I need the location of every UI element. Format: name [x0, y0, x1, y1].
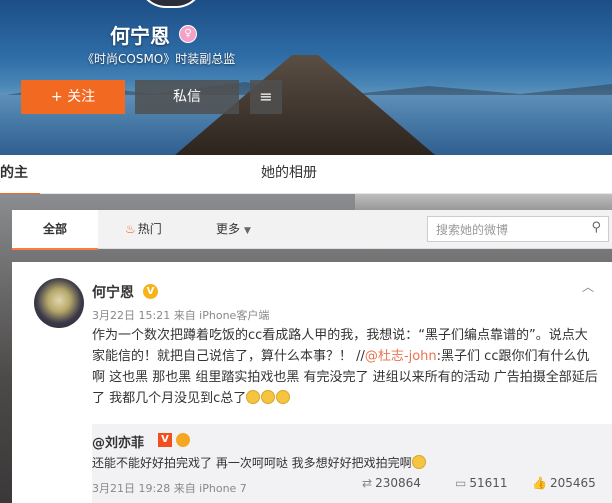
profile-cover: 何宁恩 ♀ 《时尚COSMO》时装副总监 + 关注 私信 ≡: [0, 0, 612, 155]
profile-tabbar: 的主页 她的相册: [0, 155, 612, 217]
message-button[interactable]: 私信: [135, 80, 239, 114]
repost-count[interactable]: ⇄ 230864: [362, 476, 421, 490]
emoji-icon: [411, 455, 426, 469]
like-icon: 👍: [532, 476, 547, 490]
profile-avatar[interactable]: [138, 0, 204, 8]
verify-icon: ♀: [179, 25, 197, 43]
post-text: 作为一个数次把蹲着吃饭的cc看成路人甲的我，我想说：“黑子们编点靠谱的”。说点大…: [92, 325, 598, 409]
plus-icon: +: [50, 89, 63, 105]
search-box: ⚲: [427, 216, 609, 243]
comment-count-value: 51611: [469, 476, 508, 490]
filter-tab-more[interactable]: 更多 ▼: [216, 210, 251, 248]
repost-count-value: 230864: [375, 476, 421, 490]
profile-title: 《时尚COSMO》时装副总监: [82, 52, 236, 66]
like-count[interactable]: 👍 205465: [532, 476, 596, 490]
post-card: 何宁恩 V ︿ 3月22日 15:21 来自 iPhone客户端 作为一个数次把…: [12, 262, 612, 503]
search-input[interactable]: [428, 217, 588, 243]
post-author[interactable]: 何宁恩: [92, 282, 134, 302]
repost-text-body: 还能不能好好拍完戏了 再一次呵呵哒 我多想好好把戏拍完啊: [92, 456, 412, 470]
repost-box: @刘亦菲 V 还能不能好好拍完戏了 再一次呵呵哒 我多想好好把戏拍完啊 3月21…: [92, 424, 612, 503]
repost-author[interactable]: @刘亦菲: [92, 432, 144, 451]
repost-meta: 3月21日 19:28 来自 iPhone 7: [92, 482, 247, 495]
follow-button[interactable]: + 关注: [21, 80, 125, 114]
comment-count[interactable]: ▭ 51611: [455, 476, 508, 490]
profile-name: 何宁恩: [110, 24, 170, 48]
filter-tab-hot-label: 热门: [137, 222, 162, 236]
follow-label: 关注: [67, 89, 96, 105]
menu-icon[interactable]: ≡: [250, 80, 282, 114]
like-count-value: 205465: [549, 476, 596, 490]
chevron-down-icon[interactable]: ︿: [582, 278, 594, 295]
chevron-down-icon: ▼: [244, 226, 251, 236]
filter-tab-hot[interactable]: ♨ 热门: [125, 210, 162, 248]
emoji-icon: [276, 390, 291, 404]
tab-home[interactable]: 的主页: [0, 155, 40, 217]
feed-filter-bar: 全部 ♨热门 更多▼ ⚲: [12, 210, 612, 250]
post-meta: 3月22日 15:21 来自 iPhone客户端: [92, 309, 270, 322]
vip-icon: V: [158, 433, 172, 447]
medal-icon: [176, 433, 190, 447]
filter-tab-more-label: 更多: [216, 222, 241, 236]
emoji-icon: [246, 390, 261, 404]
emoji-icon: [261, 390, 276, 404]
filter-tab-all[interactable]: 全部: [12, 210, 98, 250]
search-icon[interactable]: ⚲: [591, 220, 601, 235]
mention-link[interactable]: @杜志-john: [365, 349, 437, 364]
repost-icon: ⇄: [362, 476, 373, 490]
tab-album[interactable]: 她的相册: [261, 155, 317, 193]
comment-icon: ▭: [455, 476, 467, 490]
repost-text: 还能不能好好拍完戏了 再一次呵呵哒 我多想好好把戏拍完啊: [92, 454, 427, 471]
vip-icon: V: [143, 284, 158, 299]
post-avatar[interactable]: [34, 278, 84, 328]
fire-icon: ♨: [125, 222, 136, 236]
